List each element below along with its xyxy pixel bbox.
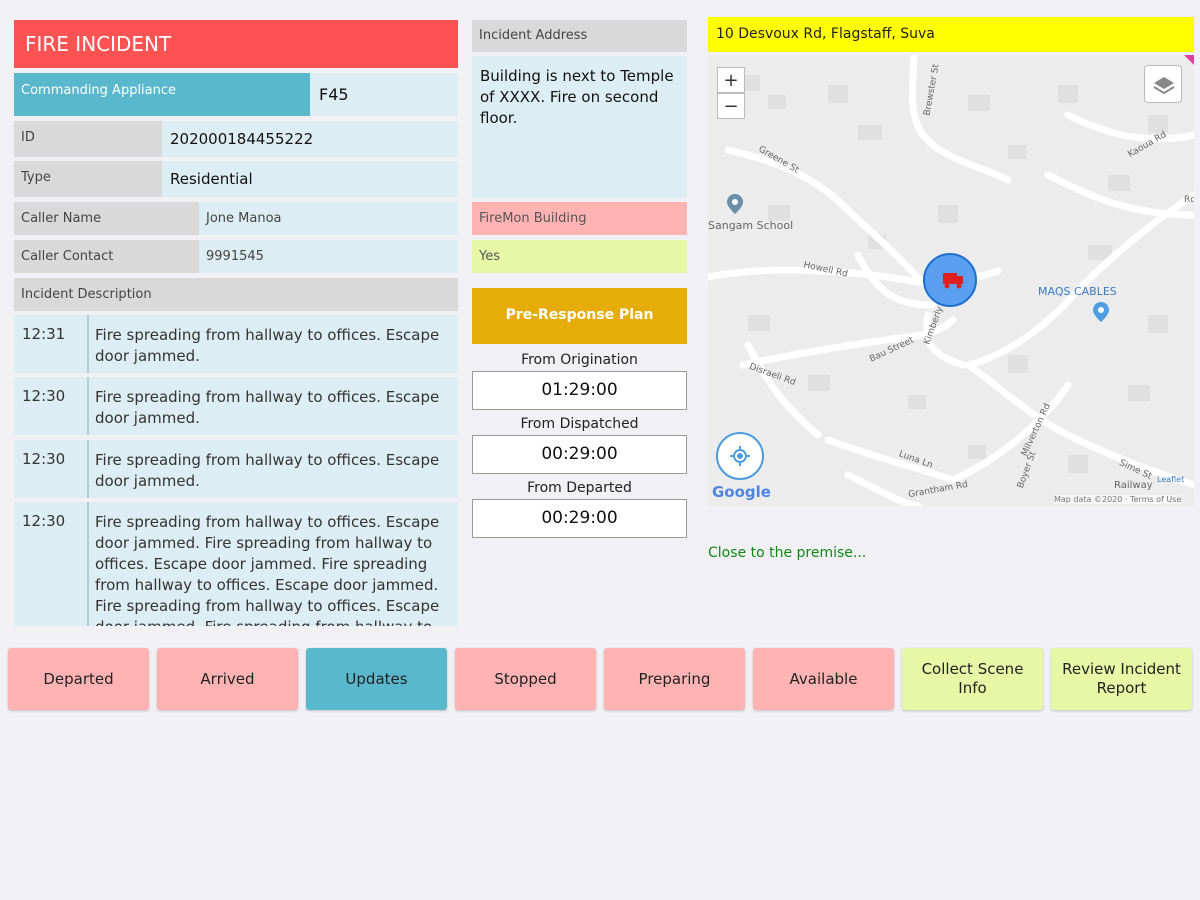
description-text: Fire spreading from hallway to offices. … bbox=[95, 513, 440, 626]
poi-pin-icon bbox=[1092, 301, 1110, 327]
map-data-attribution: Map data ©2020 · Terms of Use bbox=[1054, 495, 1182, 504]
caller-name-value: Jone Manoa bbox=[199, 202, 458, 235]
description-row: 12:30 Fire spreading from hallway to off… bbox=[14, 502, 458, 626]
timer-departed: 00:29:00 bbox=[472, 499, 687, 538]
arrived-button[interactable]: Arrived bbox=[157, 648, 298, 710]
commanding-appliance-value: F45 bbox=[310, 73, 458, 116]
description-row: 12:31 Fire spreading from hallway to off… bbox=[14, 315, 458, 373]
available-button[interactable]: Available bbox=[753, 648, 894, 710]
map[interactable]: Greene St Howell Rd Kimberly St Bau Stre… bbox=[708, 55, 1194, 506]
caller-contact-value: 9991545 bbox=[199, 240, 458, 273]
collect-scene-info-button[interactable]: Collect Scene Info bbox=[902, 648, 1043, 710]
firemon-building-label: FireMon Building bbox=[472, 202, 687, 235]
id-label: ID bbox=[14, 121, 162, 157]
poi-school-label: Sangam School bbox=[708, 219, 794, 232]
commanding-appliance-label: Commanding Appliance bbox=[14, 73, 310, 116]
locate-icon[interactable] bbox=[716, 432, 764, 480]
leaflet-attribution[interactable]: Leaflet bbox=[1157, 475, 1184, 484]
map-zoom-in-button[interactable]: + bbox=[717, 67, 745, 93]
map-zoom-out-button[interactable]: − bbox=[717, 93, 745, 119]
caller-name-label: Caller Name bbox=[14, 202, 199, 235]
google-logo: Google bbox=[712, 483, 771, 501]
description-row: 12:30 Fire spreading from hallway to off… bbox=[14, 377, 458, 435]
poi-cables-label: MAQS CABLES bbox=[1038, 285, 1117, 298]
description-text: Fire spreading from hallway to offices. … bbox=[95, 451, 440, 490]
departed-button[interactable]: Departed bbox=[8, 648, 149, 710]
incident-address-text: Building is next to Temple of XXXX. Fire… bbox=[472, 56, 687, 198]
status-note: Close to the premise... bbox=[708, 545, 867, 561]
poi-rail-label: Railway bbox=[1114, 480, 1153, 491]
street-label: Rd bbox=[1184, 195, 1194, 205]
description-time: 12:30 bbox=[22, 450, 66, 468]
description-text: Fire spreading from hallway to offices. … bbox=[95, 326, 440, 365]
caller-contact-label: Caller Contact bbox=[14, 240, 199, 273]
description-list[interactable]: 12:31 Fire spreading from hallway to off… bbox=[14, 315, 458, 626]
pre-response-plan-button[interactable]: Pre-Response Plan bbox=[472, 288, 687, 344]
map-address-bar: 10 Desvoux Rd, Flagstaff, Suva bbox=[708, 17, 1194, 52]
timer-origination: 01:29:00 bbox=[472, 371, 687, 410]
map-corner-marker bbox=[1184, 55, 1194, 65]
layers-icon[interactable] bbox=[1144, 65, 1182, 103]
incident-address-label: Incident Address bbox=[472, 20, 687, 52]
fire-truck-icon[interactable] bbox=[923, 253, 977, 307]
type-value: Residential bbox=[162, 161, 458, 197]
poi-pin-icon bbox=[726, 193, 744, 219]
description-row: 12:30 Fire spreading from hallway to off… bbox=[14, 440, 458, 498]
firemon-building-value: Yes bbox=[472, 240, 687, 273]
timer-label: From Departed bbox=[527, 480, 632, 496]
stopped-button[interactable]: Stopped bbox=[455, 648, 596, 710]
updates-button[interactable]: Updates bbox=[306, 648, 447, 710]
id-value: 202000184455222 bbox=[162, 121, 458, 157]
description-time: 12:30 bbox=[22, 387, 66, 405]
timer-dispatched: 00:29:00 bbox=[472, 435, 687, 474]
timer-label: From Dispatched bbox=[520, 416, 639, 432]
description-time: 12:30 bbox=[22, 512, 66, 530]
description-text: Fire spreading from hallway to offices. … bbox=[95, 388, 440, 427]
description-time: 12:31 bbox=[22, 325, 66, 343]
review-incident-report-button[interactable]: Review Incident Report bbox=[1051, 648, 1192, 710]
type-label: Type bbox=[14, 161, 162, 197]
preparing-button[interactable]: Preparing bbox=[604, 648, 745, 710]
incident-title: FIRE INCIDENT bbox=[14, 20, 458, 68]
timer-label: From Origination bbox=[521, 352, 638, 368]
incident-description-header: Incident Description bbox=[14, 278, 458, 311]
